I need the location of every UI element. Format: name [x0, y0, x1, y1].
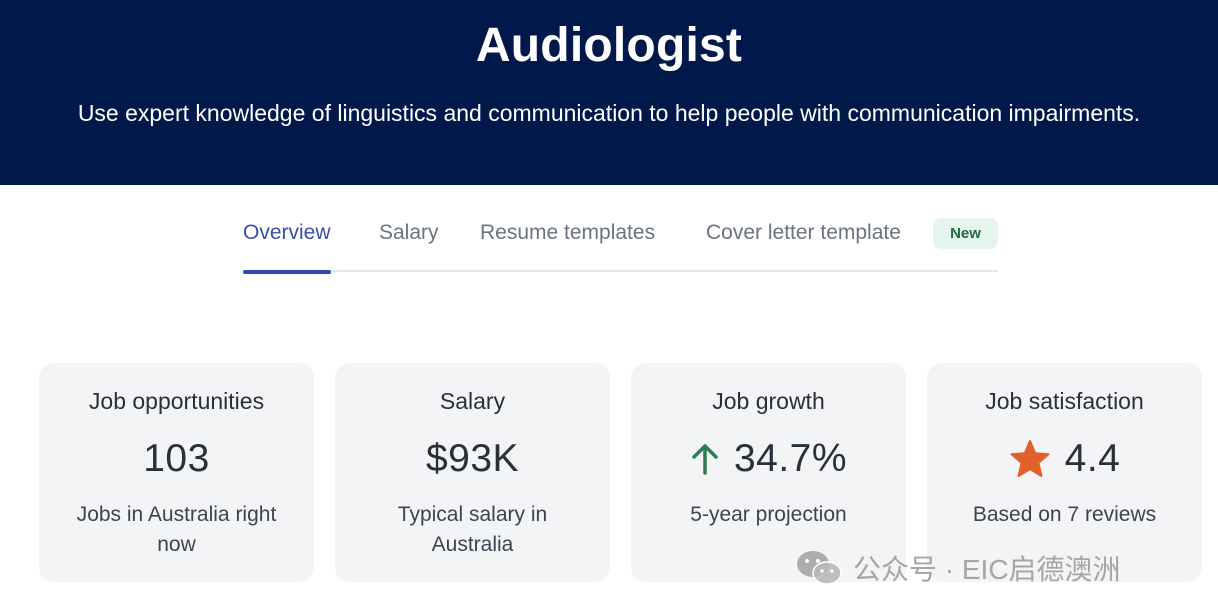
card-title: Job opportunities	[88, 388, 265, 414]
tab-resume-templates[interactable]: Resume templates	[480, 216, 655, 272]
card-description: Typical salary in Australia	[397, 503, 548, 556]
star-icon	[1010, 440, 1050, 477]
hero-banner: Audiologist Use expert knowledge of ling…	[0, 0, 1218, 185]
tab-salary[interactable]: Salary	[379, 216, 439, 272]
card-description: 5-year projection	[690, 503, 847, 526]
new-badge: New	[933, 218, 998, 249]
card-title: Job satisfaction	[985, 388, 1144, 414]
card-description: Jobs in Australia right now	[76, 503, 277, 556]
card-value: 4.4	[1064, 437, 1121, 480]
tab-bar: Overview Salary Resume templates Cover l…	[243, 216, 998, 274]
card-description: Based on 7 reviews	[972, 503, 1157, 526]
card-value-row: $93K	[335, 435, 610, 483]
watermark: 公众号 · EIC启德澳洲	[795, 548, 1121, 588]
tab-overview[interactable]: Overview	[243, 216, 331, 274]
card-value: $93K	[425, 437, 520, 480]
card-value-row: 103	[39, 435, 314, 483]
card-value-row: 4.4	[927, 435, 1202, 483]
card-value: 34.7%	[733, 437, 848, 480]
tab-cover-letter-template[interactable]: Cover letter template	[706, 216, 901, 272]
watermark-text: 公众号 · EIC启德澳洲	[853, 554, 1121, 585]
card-title: Job growth	[712, 388, 825, 414]
card-job-opportunities: Job opportunities 103 Jobs in Australia …	[39, 363, 314, 582]
card-value: 103	[143, 437, 210, 480]
card-value-row: 34.7%	[631, 435, 906, 483]
card-salary: Salary $93K Typical salary in Australia	[335, 363, 610, 582]
page-subtitle: Use expert knowledge of linguistics and …	[77, 100, 1141, 126]
card-title: Salary	[439, 388, 506, 414]
arrow-up-icon	[692, 444, 718, 475]
wechat-icon	[797, 551, 842, 585]
page-title: Audiologist	[475, 19, 743, 72]
